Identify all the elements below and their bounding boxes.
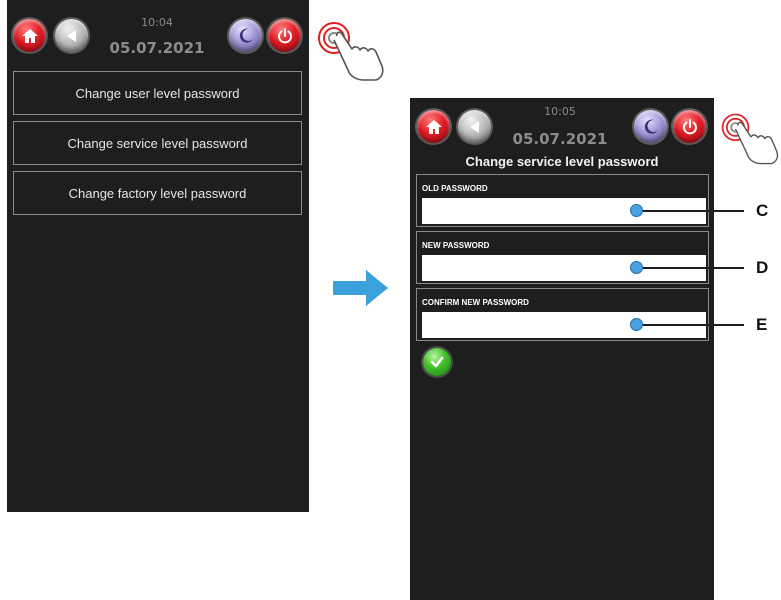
- callout-dot-d: [630, 261, 643, 274]
- callout-line-c: [636, 210, 744, 212]
- back-icon: [66, 29, 76, 42]
- callout-label-e: E: [756, 315, 768, 334]
- confirm-password-field: CONFIRM NEW PASSWORD: [416, 288, 709, 341]
- home-button[interactable]: [417, 110, 450, 143]
- home-icon: [21, 28, 38, 43]
- power-icon: [277, 27, 292, 43]
- old-password-label: OLD PASSWORD: [422, 184, 488, 193]
- night-mode-button[interactable]: [229, 19, 262, 52]
- arrow-right-icon: [333, 270, 388, 306]
- callout-line-e: [636, 324, 744, 326]
- confirm-password-label: CONFIRM NEW PASSWORD: [422, 298, 529, 307]
- night-mode-icon: [239, 28, 253, 43]
- night-mode-button[interactable]: [634, 110, 667, 143]
- callout-line-d: [636, 267, 744, 269]
- confirm-button[interactable]: [423, 348, 451, 376]
- power-button[interactable]: [673, 110, 706, 143]
- touch-hand-icon: [318, 22, 384, 81]
- night-mode-icon: [644, 119, 658, 134]
- home-button[interactable]: [13, 19, 46, 52]
- callout-label-c: C: [756, 201, 769, 220]
- power-icon: [682, 118, 697, 134]
- menu-item-service-password[interactable]: Change service level password: [13, 121, 302, 165]
- clock-time: 10:04: [141, 16, 173, 29]
- menu-item-factory-password[interactable]: Change factory level password: [13, 171, 302, 215]
- new-password-label: NEW PASSWORD: [422, 241, 490, 250]
- back-button[interactable]: [458, 110, 491, 143]
- change-password-screen: 10:05 05.07.2021 Change service level pa…: [410, 98, 714, 600]
- new-password-field: NEW PASSWORD: [416, 231, 709, 284]
- clock-time: 10:05: [544, 105, 576, 118]
- callout-dot-e: [630, 318, 643, 331]
- check-icon: [430, 356, 444, 368]
- callout-dot-c: [630, 204, 643, 217]
- old-password-field: OLD PASSWORD: [416, 174, 709, 227]
- back-button[interactable]: [55, 19, 88, 52]
- menu-item-user-password[interactable]: Change user level password: [13, 71, 302, 115]
- clock-date: 05.07.2021: [512, 130, 608, 148]
- power-button[interactable]: [268, 19, 301, 52]
- page-title: Change service level password: [465, 154, 659, 169]
- callout-label-d: D: [756, 258, 769, 277]
- home-icon: [425, 119, 442, 134]
- clock-date: 05.07.2021: [109, 39, 205, 57]
- menu-screen: 10:04 05.07.2021 Change user level passw…: [7, 0, 309, 512]
- touch-hand-icon: [721, 113, 779, 165]
- back-icon: [469, 120, 479, 133]
